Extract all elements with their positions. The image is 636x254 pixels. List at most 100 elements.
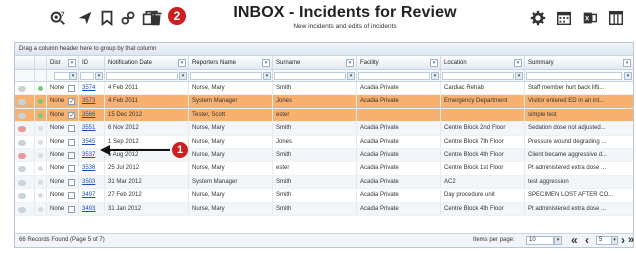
table-row[interactable]: None 3493 31 Jan 2012 Nurse, Mary Smith Acadi… xyxy=(15,202,633,216)
items-per-page-select[interactable]: 10 xyxy=(526,236,554,245)
filter-surname-input[interactable] xyxy=(274,72,346,80)
incident-id-link[interactable]: 3503 xyxy=(79,175,105,189)
status-cell xyxy=(15,148,35,162)
bookmark-icon[interactable] xyxy=(97,8,117,28)
header-notification-date[interactable]: Notification Date ▾ xyxy=(105,56,189,69)
sort-icon[interactable]: ▾ xyxy=(68,59,76,67)
filter-reporters-name: ▾ xyxy=(189,70,273,81)
filter-icon[interactable]: ▾ xyxy=(431,72,439,80)
row-checkbox[interactable] xyxy=(68,178,76,186)
filter-summary-input[interactable] xyxy=(526,72,622,80)
status-pill-icon xyxy=(18,206,26,213)
filter-icon[interactable]: ▾ xyxy=(69,72,77,80)
filter-location-input[interactable] xyxy=(442,72,514,80)
prev-page-icon[interactable]: ‹ xyxy=(585,234,589,247)
sort-icon[interactable]: ▾ xyxy=(346,59,354,67)
indicator-cell xyxy=(35,189,47,202)
sort-icon[interactable]: ▾ xyxy=(178,59,186,67)
dist-value: None xyxy=(50,111,65,118)
header-summary[interactable]: Summary ▾ xyxy=(525,56,633,69)
status-cell xyxy=(15,135,35,148)
gear-icon[interactable] xyxy=(528,8,548,28)
filter-reporter-input[interactable] xyxy=(190,72,262,80)
location: Centre Block 1st Floor xyxy=(441,162,525,175)
link-icon[interactable] xyxy=(118,8,138,28)
dist-value: None xyxy=(50,151,65,158)
surname: Smith xyxy=(273,82,357,95)
incident-id-link[interactable]: 3497 xyxy=(79,189,105,202)
first-page-icon[interactable]: « xyxy=(571,234,578,247)
filter-icon[interactable]: ▾ xyxy=(347,72,355,80)
row-checkbox[interactable] xyxy=(68,192,76,200)
indicator-cell xyxy=(35,135,47,148)
table-row[interactable]: None 3551 6 Nov 2012 Nurse, Mary Smith Acadia… xyxy=(15,122,633,136)
current-page-input[interactable]: 5 xyxy=(596,236,612,245)
filter-date-input[interactable] xyxy=(106,72,178,80)
send-icon[interactable] xyxy=(75,8,95,28)
row-checkbox[interactable] xyxy=(68,111,76,119)
row-checkbox[interactable] xyxy=(68,85,76,92)
table-row[interactable]: None 35734 Feb 2011System ManagerJonesAca… xyxy=(15,95,633,109)
header-facility[interactable]: Facility ▾ xyxy=(357,56,441,69)
table-row[interactable]: None 356615 Dec 2012Tester, Scottester sim… xyxy=(15,108,633,123)
table-row[interactable]: None 3536 25 Jul 2012 Nurse, Mary ester Acadi… xyxy=(15,162,633,176)
header-indicator xyxy=(35,56,47,69)
filter-facility-input[interactable] xyxy=(358,72,430,80)
incident-id-link[interactable]: 3574 xyxy=(79,82,105,95)
incident-id-link[interactable]: 3573 xyxy=(79,95,105,108)
row-checkbox[interactable] xyxy=(68,205,76,213)
row-checkbox[interactable] xyxy=(68,138,76,146)
status-cell xyxy=(15,108,35,122)
incident-id-link[interactable]: 3566 xyxy=(79,108,105,122)
columns-icon[interactable] xyxy=(606,8,626,28)
sort-icon[interactable]: ▾ xyxy=(514,59,522,67)
header-id[interactable]: ID xyxy=(79,56,105,69)
row-checkbox[interactable] xyxy=(68,98,76,106)
last-page-icon[interactable]: » xyxy=(628,234,634,247)
dist-cell: None xyxy=(47,162,79,175)
filter-id-input[interactable] xyxy=(80,72,94,80)
chevron-down-icon[interactable]: ▾ xyxy=(554,236,562,245)
export-icon[interactable]: X xyxy=(580,8,600,28)
chevron-down-icon[interactable]: ▾ xyxy=(611,236,618,245)
header-location[interactable]: Location ▾ xyxy=(441,56,525,69)
filter-icon[interactable]: ▾ xyxy=(624,72,632,80)
table-row[interactable]: None 3497 27 Feb 2012 Nurse, Mary Smith Acadi… xyxy=(15,189,633,203)
sort-icon[interactable]: ▾ xyxy=(623,59,631,67)
calendar-icon[interactable] xyxy=(554,8,574,28)
incident-id-link[interactable]: 3536 xyxy=(79,162,105,175)
annotation-badge: 1 xyxy=(172,142,188,158)
filter-icon[interactable]: ▾ xyxy=(95,72,103,80)
row-checkbox[interactable] xyxy=(68,125,76,133)
facility: Acadia Private xyxy=(357,122,441,135)
header-dist[interactable]: Dist ▾ xyxy=(47,56,79,69)
table-row[interactable]: None 3503 31 Mar 2012 System Manager Smith Ac… xyxy=(15,175,633,190)
header-surname[interactable]: Surname ▾ xyxy=(273,56,357,69)
filter-location: ▾ xyxy=(441,70,525,81)
filter-icon[interactable]: ▾ xyxy=(515,72,523,80)
status-pill-icon xyxy=(18,193,26,200)
reporters-name: Nurse, Mary xyxy=(189,189,273,202)
dist-cell: None xyxy=(47,122,79,135)
notification-date: 4 Feb 2011 xyxy=(105,82,189,95)
table-row[interactable]: None 3574 4 Feb 2011 Nurse, Mary Smith Acadia… xyxy=(15,82,633,96)
filter-icon[interactable]: ▾ xyxy=(263,72,271,80)
facility: Acadia Private xyxy=(357,135,441,148)
refresh-settings-icon[interactable]: ? xyxy=(48,8,68,28)
incident-id-link[interactable]: 3551 xyxy=(79,122,105,135)
status-pill-icon xyxy=(18,112,26,119)
row-checkbox[interactable] xyxy=(68,165,76,173)
sort-icon[interactable]: ▾ xyxy=(430,59,438,67)
incident-id-link[interactable]: 3493 xyxy=(79,202,105,215)
group-by-bar[interactable]: Drag a column header here to group by th… xyxy=(15,43,633,56)
summary: Visitor entered ED in an int... xyxy=(528,98,605,105)
dist-cell: None xyxy=(47,135,79,148)
reporters-name: Nurse, Mary xyxy=(189,162,273,175)
sort-icon[interactable]: ▾ xyxy=(262,59,270,67)
header-reporters-name[interactable]: Reporters Name ▾ xyxy=(189,56,273,69)
filter-icon[interactable]: ▾ xyxy=(179,72,187,80)
row-checkbox[interactable] xyxy=(68,151,76,159)
trash-icon[interactable] xyxy=(146,8,166,28)
next-page-icon[interactable]: › xyxy=(621,234,625,247)
dist-cell: None xyxy=(47,189,79,202)
